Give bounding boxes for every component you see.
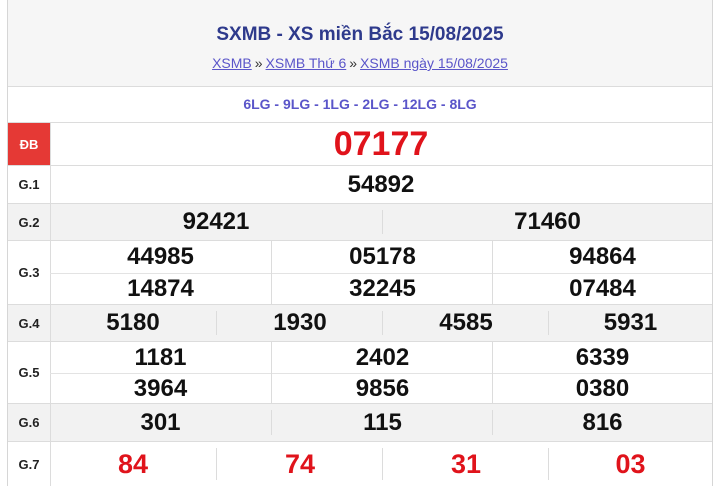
prize-label: G.1	[8, 166, 51, 203]
prize-label: G.5	[8, 342, 51, 403]
prize-label: G.2	[8, 204, 51, 240]
breadcrumb-link-date[interactable]: XSMB ngày 15/08/2025	[360, 55, 508, 71]
prize-number: 5931	[548, 309, 712, 336]
draw-codes: 6LG - 9LG - 1LG - 2LG - 12LG - 8LG	[8, 87, 712, 123]
prize-number: 84	[117, 448, 149, 479]
breadcrumb: XSMB» XSMB Thứ 6» XSMB ngày 15/08/2025	[8, 55, 712, 71]
prize-number: 0380	[492, 373, 712, 404]
prize-row-g6: G.6 301 115 816	[8, 404, 712, 442]
prize-number: 9856	[271, 373, 493, 404]
prize-number: 32245	[271, 273, 493, 305]
prize-row-g5: G.5 1181 2402 6339 3964 9856 0380	[8, 342, 712, 404]
prize-number: 816	[492, 409, 712, 436]
prize-number: 1181	[134, 343, 187, 371]
prize-row-db: ĐB 07177	[8, 123, 712, 166]
prize-number: 07484	[492, 273, 712, 305]
breadcrumb-separator: »	[254, 55, 263, 71]
prize-number: 115	[271, 409, 493, 436]
prize-number: 54892	[347, 170, 415, 198]
breadcrumb-link-weekday[interactable]: XSMB Thứ 6	[266, 55, 347, 71]
prize-number: 74	[216, 448, 383, 480]
prize-label: G.4	[8, 305, 51, 341]
prize-number: 1930	[216, 309, 383, 336]
prize-number: 71460	[382, 208, 712, 235]
prize-number: 44985	[127, 243, 194, 270]
special-prize-number: 07177	[333, 124, 429, 163]
prize-label: G.3	[8, 241, 51, 304]
prize-number: 3964	[133, 374, 188, 402]
prize-number: 03	[548, 448, 712, 480]
prize-row-g4: G.4 5180 1930 4585 5931	[8, 305, 712, 342]
prize-row-g1: G.1 54892	[8, 166, 712, 204]
prize-label: ĐB	[8, 123, 51, 165]
results-table: SXMB - XS miền Bắc 15/08/2025 XSMB» XSMB …	[7, 0, 713, 486]
prize-number: 31	[382, 448, 549, 480]
prize-number: 5180	[106, 309, 160, 336]
prize-number: 05178	[271, 241, 493, 273]
prize-number: 94864	[492, 241, 712, 273]
prize-number: 4585	[382, 309, 549, 336]
prize-label: G.7	[8, 442, 51, 486]
prize-number: 2402	[271, 342, 493, 373]
prize-number: 14874	[127, 275, 194, 302]
prize-label: G.6	[8, 404, 51, 441]
results-header: SXMB - XS miền Bắc 15/08/2025 XSMB» XSMB …	[8, 0, 712, 87]
prize-row-g7: G.7 84 74 31 03	[8, 442, 712, 486]
prize-number: 6339	[492, 342, 712, 373]
breadcrumb-link-xsmb[interactable]: XSMB	[212, 55, 252, 71]
prize-row-g2: G.2 92421 71460	[8, 204, 712, 241]
prize-number: 301	[140, 408, 181, 436]
prize-row-g3: G.3 44985 05178 94864 14874 32245 07484	[8, 241, 712, 305]
page-title: SXMB - XS miền Bắc 15/08/2025	[216, 24, 504, 45]
prize-number: 92421	[182, 208, 250, 235]
breadcrumb-separator: »	[349, 55, 358, 71]
